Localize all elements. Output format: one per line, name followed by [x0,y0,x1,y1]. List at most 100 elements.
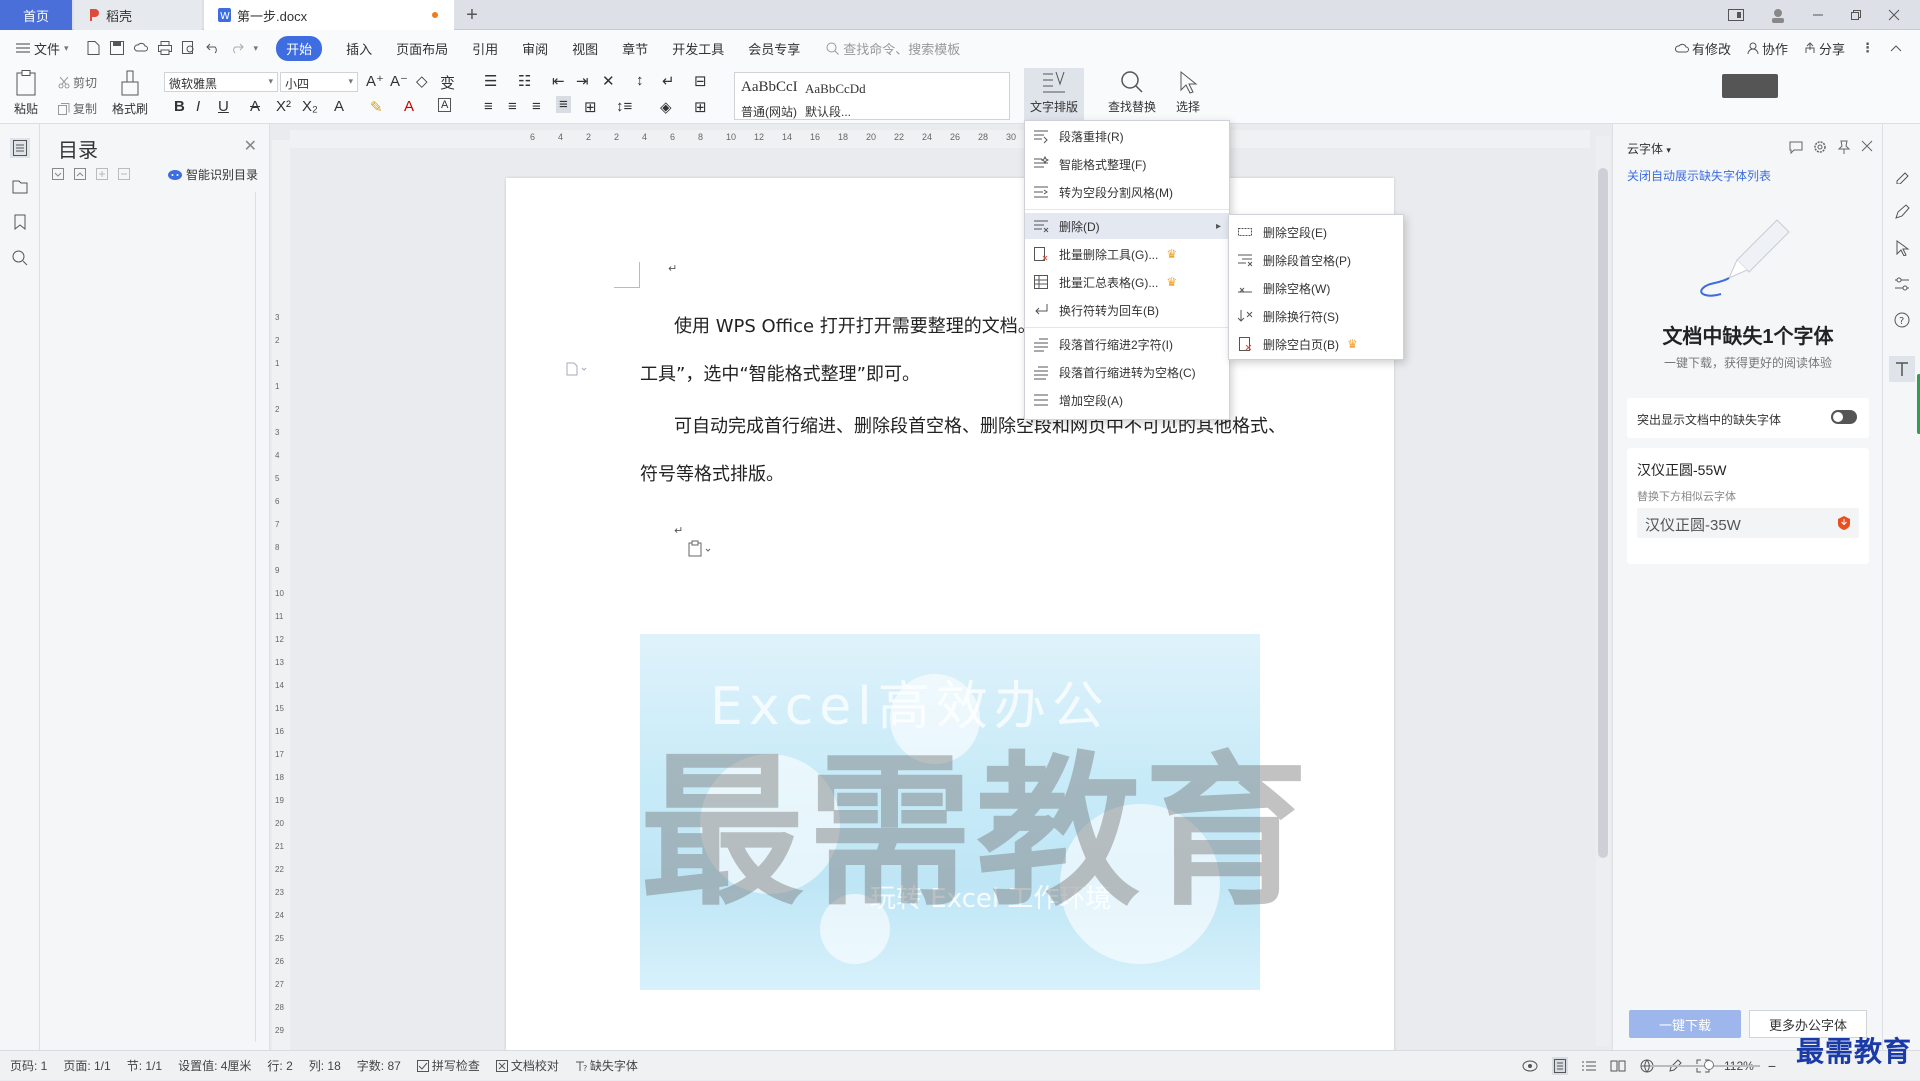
style-normal-web-sample[interactable]: AaBbCcI [741,79,798,96]
menu-tab-page-layout[interactable]: 页面布局 [384,30,460,66]
menu-item-indent-to-space[interactable]: 段落首行缩进转为空格(C) [1025,359,1229,385]
zoom-out-icon[interactable]: − [1768,1058,1776,1074]
page-view-icon[interactable] [1552,1057,1568,1075]
font-size-select[interactable]: 小四 ▾ [280,72,358,92]
menu-tab-review[interactable]: 审阅 [510,30,560,66]
avatar[interactable] [1770,7,1786,23]
undo-icon[interactable] [205,42,220,54]
menu-tab-view[interactable]: 视图 [560,30,610,66]
tab-home[interactable]: 首页 [0,0,72,30]
help-icon[interactable]: ? [1894,312,1910,328]
chinese-layout-icon[interactable]: ✕ [602,72,615,90]
tab-document[interactable]: W 第一步.docx [204,0,454,30]
cut-button[interactable]: 剪切 [58,74,97,91]
remove-heading-icon[interactable] [118,168,130,180]
outline-view-icon[interactable] [1582,1060,1596,1072]
menu-item-delete-empty-para[interactable]: 删除空段(E) [1229,219,1403,245]
increase-indent-icon[interactable]: ⇥ [576,72,589,90]
close-icon[interactable]: ✕ [244,136,257,156]
bullet-list-icon[interactable]: ☰ [484,72,497,90]
menu-item-delete-blank-page[interactable]: 删除空白页(B) ♛ [1229,331,1403,357]
toc-nav-icon[interactable] [10,138,30,158]
bookmark-icon[interactable] [14,214,26,230]
customize-chevron-icon[interactable]: ▾ [254,43,259,54]
status-page[interactable]: 页面: 1/1 [63,1057,110,1074]
doc-paragraph-1-line-2[interactable]: 工具”，选中“智能格式整理”即可。 [640,360,920,386]
style-icon[interactable] [1894,168,1910,184]
status-page-code[interactable]: 页码: 1 [10,1057,47,1074]
status-section[interactable]: 节: 1/1 [127,1057,162,1074]
underline-icon[interactable]: U [218,98,229,115]
doc-proof-button[interactable]: 文档校对 [495,1057,559,1074]
print-icon[interactable] [157,41,172,55]
show-marks-icon[interactable]: ↵ [662,72,675,90]
copy-button[interactable]: 复制 [58,100,97,117]
superscript-icon[interactable]: X² [276,98,291,115]
search-icon[interactable] [12,250,28,266]
expand-icon[interactable] [52,168,64,180]
clear-format-icon[interactable]: ◇ [416,72,428,90]
bold-icon[interactable]: B [174,98,185,115]
collaborate-button[interactable]: 协作 [1747,39,1788,58]
paragraph-options-icon[interactable] [566,362,588,376]
phonetic-icon[interactable]: 变 [440,72,455,93]
highlight-icon[interactable]: ✎ [370,98,383,116]
menu-item-linebreak-to-enter[interactable]: 换行符转为回车(B) [1025,297,1229,323]
smart-toc-button[interactable]: 智能识别目录 [168,166,258,183]
more-icon[interactable]: ⋮ [1861,40,1874,56]
chat-icon[interactable] [1789,140,1803,154]
menu-item-empty-para-style[interactable]: 转为空段分割风格(M) [1025,179,1229,205]
menu-tab-references[interactable]: 引用 [460,30,510,66]
menu-item-delete-spaces[interactable]: 删除空格(W) [1229,275,1403,301]
horizontal-ruler[interactable]: 642246810121416182022242628303234363840 [290,130,1590,148]
format-painter-button[interactable]: 格式刷 [112,70,148,117]
font-panel-icon[interactable] [1889,356,1915,382]
paste-button[interactable]: 粘贴 [14,70,38,117]
minimize-icon[interactable] [1812,9,1824,21]
decrease-indent-icon[interactable]: ⇤ [552,72,565,90]
tab-icon[interactable]: ⊟ [694,72,707,90]
menu-tab-insert[interactable]: 插入 [334,30,384,66]
vertical-scrollbar[interactable] [1596,136,1610,1046]
command-search[interactable]: 查找命令、搜索模板 [826,39,960,58]
collapse-ribbon-icon[interactable] [1890,44,1902,52]
numbered-list-icon[interactable]: ☷ [518,72,531,90]
menu-item-delete-linebreaks[interactable]: 删除换行符(S) [1229,303,1403,329]
justify-icon[interactable]: ≡ [556,96,571,113]
replacement-font-item[interactable]: 汉仪正圆-35W [1637,508,1859,538]
disable-auto-show-link[interactable]: 关闭自动展示缺失字体列表 [1627,167,1771,184]
cloud-sync-icon[interactable] [133,41,148,55]
style-default-sample[interactable]: AaBbCcDd [805,81,866,97]
close-icon[interactable] [1888,9,1900,21]
menu-item-batch-delete[interactable]: 批量删除工具(G)... ♛ [1025,241,1229,267]
chapter-nav-icon[interactable] [12,178,28,194]
menu-item-smart-format[interactable]: 智能格式整理(F) [1025,151,1229,177]
download-all-button[interactable]: 一键下载 [1629,1010,1741,1038]
shading-icon[interactable]: ◈ [660,98,672,116]
eye-protect-icon[interactable] [1522,1060,1538,1072]
menu-tab-chapter[interactable]: 章节 [610,30,660,66]
align-center-icon[interactable]: ≡ [508,98,517,115]
status-word-count[interactable]: 字数: 87 [357,1057,401,1074]
cloud-font-header[interactable]: 云字体 ▾ [1627,140,1671,157]
adjust-icon[interactable] [1894,276,1910,292]
align-right-icon[interactable]: ≡ [532,98,541,115]
highlight-missing-toggle[interactable] [1831,410,1857,424]
menu-item-first-indent-2[interactable]: 段落首行缩进2字符(I) [1025,331,1229,357]
select-pointer-icon[interactable] [1894,240,1910,256]
missing-font-button[interactable]: ? 缺失字体 [575,1057,638,1074]
add-heading-icon[interactable] [96,168,108,180]
menu-tab-start[interactable]: 开始 [264,30,334,66]
revision-button[interactable]: 有修改 [1674,39,1731,58]
close-icon[interactable] [1861,140,1873,154]
file-menu[interactable]: 文件 ▾ [0,30,81,66]
menu-tab-developer[interactable]: 开发工具 [660,30,736,66]
text-layout-button[interactable]: 文字排版 [1024,68,1085,122]
reading-view-icon[interactable] [1610,1060,1626,1072]
grow-font-icon[interactable]: A⁺ [366,72,384,90]
line-spacing-icon[interactable]: ↕≡ [616,98,632,115]
restore-icon[interactable] [1850,9,1862,21]
menu-item-add-empty-para[interactable]: 增加空段(A) [1025,387,1229,413]
new-tab-button[interactable]: + [462,0,482,30]
font-color-icon[interactable]: A [404,98,414,115]
